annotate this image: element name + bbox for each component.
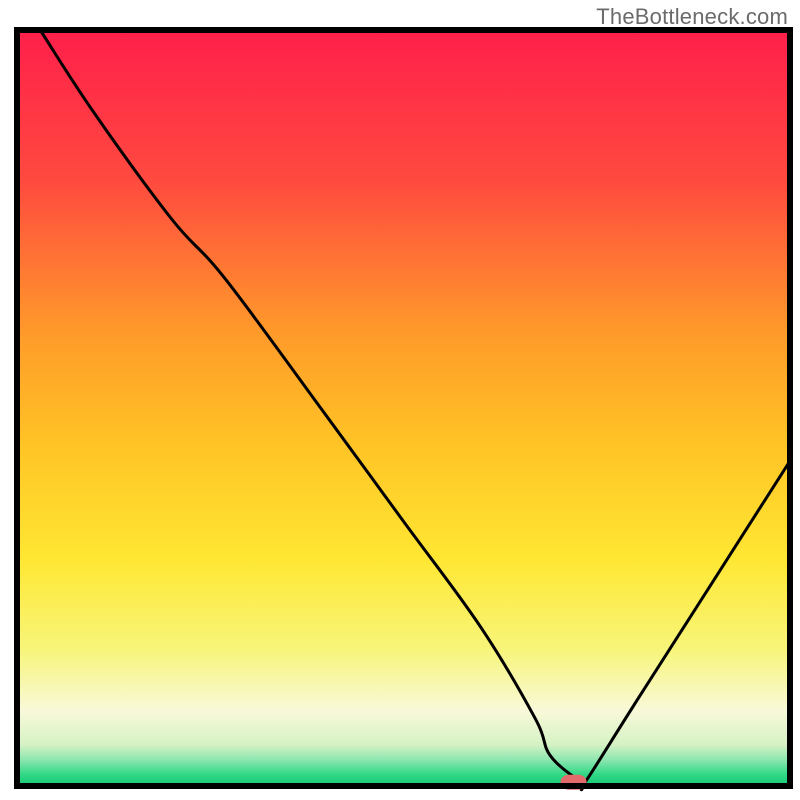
chart-svg bbox=[0, 0, 800, 800]
plot-background bbox=[17, 30, 790, 786]
bottleneck-chart: TheBottleneck.com bbox=[0, 0, 800, 800]
watermark-text: TheBottleneck.com bbox=[596, 4, 788, 30]
